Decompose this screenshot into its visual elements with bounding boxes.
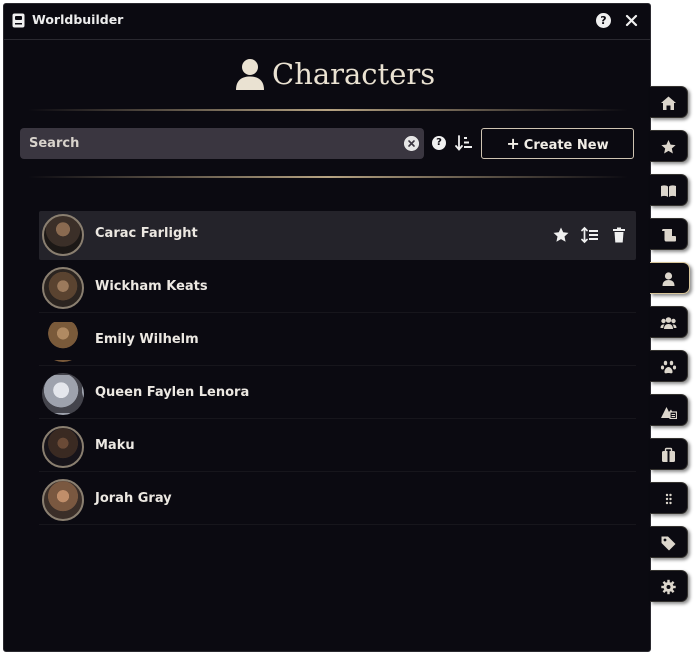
close-icon[interactable] — [624, 13, 639, 28]
app-book-icon — [12, 13, 25, 28]
sidebar-tab-items[interactable] — [650, 438, 688, 470]
items-icon — [662, 447, 675, 462]
star-icon[interactable] — [552, 226, 570, 244]
character-name: Carac Farlight — [95, 226, 198, 241]
title-bar: Worldbuilder ? — [4, 4, 650, 40]
scroll-icon — [662, 229, 676, 242]
sidebar-tab-groups[interactable] — [650, 306, 688, 338]
group-icon — [660, 317, 677, 329]
character-icon — [236, 59, 264, 90]
list-item[interactable]: Maku — [39, 423, 636, 472]
worldbuilder-window: Worldbuilder ? Characters ? +Create New — [3, 3, 651, 652]
window-help-button[interactable]: ? — [596, 13, 611, 28]
avatar — [42, 320, 84, 362]
character-name: Queen Faylen Lenora — [95, 385, 250, 400]
sidebar-tab-settings[interactable] — [650, 570, 688, 602]
grip-icon — [665, 493, 672, 505]
avatar — [42, 426, 84, 468]
page-heading: Characters — [4, 52, 650, 96]
sidebar-tab-favorites[interactable] — [650, 130, 688, 162]
sidebar-tab-home[interactable] — [650, 86, 688, 118]
resize-handle-icon[interactable] — [644, 646, 651, 652]
character-icon — [662, 272, 675, 286]
avatar — [42, 214, 84, 256]
character-name: Wickham Keats — [95, 279, 208, 294]
list-item[interactable]: Jorah Gray — [39, 476, 636, 525]
window-title: Worldbuilder — [32, 12, 124, 27]
sidebar-tab-lore[interactable] — [650, 174, 688, 206]
avatar — [42, 479, 84, 521]
avatar — [42, 373, 84, 415]
settings-icon — [661, 579, 676, 595]
search-box — [20, 128, 424, 159]
create-new-button[interactable]: + Create New — [481, 128, 634, 159]
home-icon — [661, 96, 676, 110]
search-help-button[interactable]: ? — [432, 136, 446, 150]
character-name: Emily Wilhelm — [95, 332, 199, 347]
page-title: Characters — [272, 57, 436, 91]
star-icon — [661, 140, 676, 154]
tag-icon — [661, 536, 676, 551]
header-divider — [28, 109, 628, 111]
character-name: Maku — [95, 438, 135, 453]
list-item[interactable]: Carac Farlight — [39, 211, 636, 260]
search-input[interactable] — [20, 128, 390, 159]
locations-icon — [661, 407, 677, 419]
character-name: Jorah Gray — [95, 491, 172, 506]
sidebar-tab-creatures[interactable] — [650, 350, 688, 382]
create-new-label: Create New — [523, 138, 609, 153]
paw-icon — [660, 360, 677, 374]
sidebar-tab-tags[interactable] — [650, 526, 688, 558]
clear-search-icon[interactable] — [404, 136, 419, 151]
sidebar-tab-characters[interactable] — [650, 262, 690, 294]
list-item[interactable]: Queen Faylen Lenora — [39, 370, 636, 419]
sidebar-tab-locations[interactable] — [650, 394, 688, 426]
avatar — [42, 267, 84, 309]
character-list: Carac Farlight Wickham Keats Emily Wilhe… — [39, 211, 636, 529]
sort-icon[interactable] — [455, 135, 473, 151]
list-item[interactable]: Emily Wilhelm — [39, 317, 636, 366]
plus-icon: + — [506, 134, 520, 153]
sidebar-tab-more[interactable] — [650, 482, 688, 514]
list-item[interactable]: Wickham Keats — [39, 264, 636, 313]
trash-icon[interactable] — [610, 226, 628, 244]
row-actions — [552, 226, 636, 244]
sidebar-tab-notes[interactable] — [650, 218, 688, 250]
reorder-icon[interactable] — [581, 226, 599, 244]
toolbar-divider — [28, 176, 628, 178]
book-icon — [661, 185, 676, 197]
